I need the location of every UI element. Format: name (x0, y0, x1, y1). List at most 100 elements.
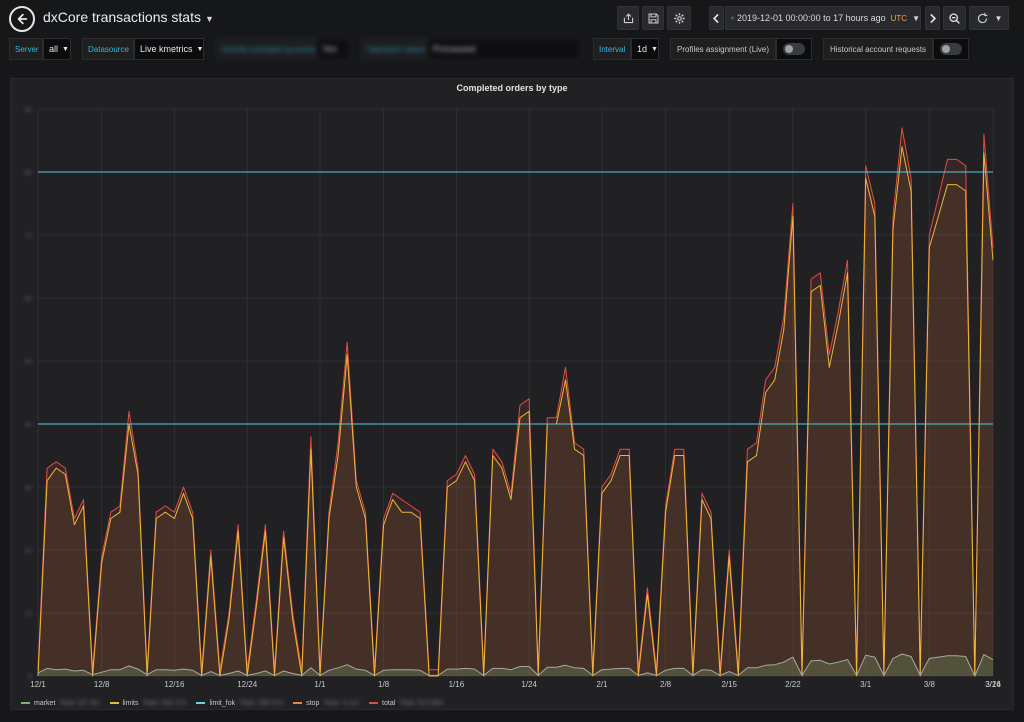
top-navbar: dxCore transactions stats ▼ 2019-12-01 00… (0, 0, 1024, 36)
share-button[interactable] (617, 6, 639, 30)
x-tick-label: 1/8 (378, 680, 390, 689)
share-icon (623, 12, 633, 23)
template-variables-bar: Server all ▼ Datasource Live kmetrics ▼ In… (0, 38, 1024, 62)
graph-panel[interactable]: Completed orders by type 90 80 70 60 50 40 30 2… (10, 78, 1014, 710)
dashboard-title-text: dxCore transactions stats (43, 9, 201, 25)
dashboard-title[interactable]: dxCore transactions stats ▼ (43, 9, 214, 25)
x-tick-label: 12/1 (30, 680, 46, 689)
switch-label-historical-requests: Historical account requests (823, 38, 933, 60)
chevron-down-icon: ▼ (204, 14, 214, 24)
variable-select-operation-status[interactable]: Processed (427, 38, 581, 60)
legend-swatch (369, 702, 379, 704)
legend-swatch (109, 702, 119, 704)
variable-select-datasource[interactable]: Live kmetrics ▼ (134, 38, 204, 60)
chevron-down-icon: ▼ (912, 13, 920, 23)
x-tick-label: 12/24 (237, 680, 258, 689)
x-tick-label: 2/1 (596, 680, 608, 689)
arrow-left-icon (17, 13, 28, 25)
settings-button[interactable] (667, 6, 691, 30)
y-tick-label: 50 (24, 359, 32, 366)
variable-label-excluded-accounts: Include excluded accounts (216, 38, 316, 60)
x-tick-label: 1/24 (521, 680, 537, 689)
save-icon (648, 13, 658, 23)
chart-legend: market Total: 53 782 limits Total: 534 213… (21, 696, 443, 710)
legend-label: stop (306, 699, 320, 707)
legend-swatch (21, 702, 30, 704)
y-tick-label: 70 (24, 233, 32, 240)
time-range-text: 2019-12-01 00:00:00 to 17 hours ago (737, 13, 886, 23)
refresh-button[interactable]: ▼ (969, 6, 1009, 30)
variable-select-excluded-accounts[interactable]: Yes (316, 38, 350, 60)
series-limits-area (38, 146, 993, 677)
y-tick-label: 40 (24, 422, 32, 429)
chevron-left-icon (712, 13, 719, 23)
variable-label-datasource: Datasource (82, 38, 134, 60)
gear-icon (673, 12, 685, 24)
chevron-down-icon: ▼ (196, 45, 204, 53)
legend-stat: Total: 288 013 (239, 699, 284, 707)
legend-label: market (34, 699, 56, 707)
save-button[interactable] (642, 6, 664, 30)
switch-label-profiles-assignment: Profiles assignment (Live) (670, 38, 776, 60)
legend-item-limit-fok[interactable]: limit_fok Total: 288 013 (196, 700, 283, 707)
toggle-knob (942, 45, 950, 53)
legend-item-limits[interactable]: limits Total: 534 213 (109, 699, 187, 707)
toggle-track (940, 43, 962, 55)
chevron-down-icon: ▼ (62, 45, 69, 53)
zoom-out-button[interactable] (943, 6, 966, 30)
legend-stat: Total: 3 112 (323, 699, 360, 707)
legend-label: limit_fok (209, 699, 236, 707)
chevron-right-icon (930, 13, 937, 23)
y-tick-label: 20 (24, 548, 32, 555)
legend-swatch (196, 702, 206, 704)
x-tick-label: 1/1 (314, 680, 326, 689)
toggle-track (783, 43, 805, 55)
toggle-profiles-assignment[interactable] (776, 38, 812, 60)
x-tick-label: 1/16 (449, 680, 465, 689)
x-tick-label: 12/16 (164, 680, 185, 689)
time-shift-forward-button[interactable] (925, 6, 940, 30)
timezone-badge: UTC (890, 13, 908, 23)
y-tick-label: 60 (24, 296, 32, 303)
time-shift-back-button[interactable] (709, 6, 724, 30)
back-button[interactable] (9, 6, 35, 32)
legend-label: limits (122, 699, 139, 707)
variable-select-server[interactable]: all ▼ (43, 38, 71, 60)
variable-value-operation-status: Processed (433, 44, 476, 54)
legend-stat: Total: 534 213 (142, 699, 187, 707)
variable-select-interval[interactable]: 1d ▼ (631, 38, 659, 60)
toggle-historical-requests[interactable] (933, 38, 969, 60)
chevron-down-icon: ▼ (651, 45, 658, 53)
x-tick-label: 2/22 (785, 680, 801, 689)
y-tick-label: 30 (24, 485, 32, 492)
legend-label: total (382, 699, 396, 707)
variable-value-datasource: Live kmetrics (140, 44, 193, 54)
x-tick-label: 2/8 (660, 680, 672, 689)
legend-swatch (293, 702, 303, 704)
chevron-down-icon: ▼ (994, 13, 1003, 23)
y-tick-label: 90 (24, 107, 32, 114)
y-tick-label: 80 (24, 170, 32, 177)
y-tick-label: 10 (24, 611, 32, 618)
variable-value-excluded-accounts: Yes (322, 44, 337, 54)
variable-label-server: Server (9, 38, 43, 60)
legend-stat: Total: 613 883 (399, 699, 444, 707)
x-tick-label: 3/24 (985, 680, 1001, 689)
variable-value-server: all (49, 44, 59, 54)
zoom-out-icon (949, 12, 960, 24)
x-tick-label: 2/15 (721, 680, 737, 689)
legend-item-market[interactable]: market Total: 53 782 (21, 700, 100, 707)
legend-stat: Total: 53 782 (59, 699, 100, 707)
orders-chart[interactable]: 908070605040302010012/1 12/8 12/16 12/24 1/1… (11, 79, 1013, 695)
x-tick-label: 12/8 (94, 680, 110, 689)
clock-icon (731, 16, 734, 20)
toggle-knob (785, 45, 793, 53)
x-tick-label: 3/1 (860, 680, 872, 689)
variable-value-interval: 1d (637, 44, 648, 54)
variable-label-operation-status: Operation status (361, 38, 427, 60)
refresh-icon (977, 12, 987, 23)
x-tick-label: 3/8 (924, 680, 936, 689)
time-range-picker[interactable]: 2019-12-01 00:00:00 to 17 hours ago UTC … (725, 6, 921, 30)
legend-item-stop[interactable]: stop Total: 3 112 (293, 700, 359, 707)
legend-item-total[interactable]: total Total: 613 883 (369, 700, 443, 707)
